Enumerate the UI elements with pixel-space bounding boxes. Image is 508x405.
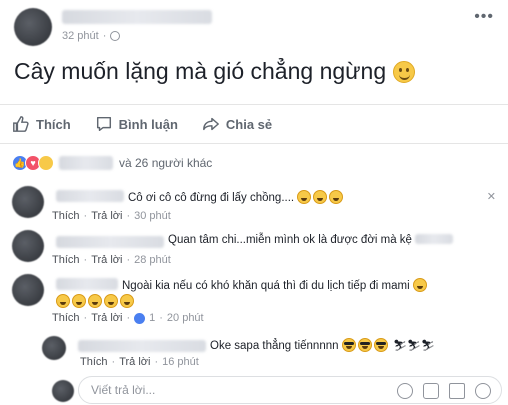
laughing-emoji-icon	[104, 294, 118, 308]
reply-text-content: Oke sapa thẳng tiếnnnnn	[210, 340, 339, 352]
like-reaction-icon	[134, 312, 146, 324]
laughing-emoji-icon	[412, 278, 427, 292]
sunglasses-emoji-icon	[357, 338, 372, 352]
comment-text-content: Quan tâm chi...miễn mình ok là được đời …	[168, 234, 412, 246]
author-name-blurred[interactable]	[62, 10, 212, 24]
comment-text: Ngoài kia nếu có khó khăn quá thì đi du …	[122, 278, 429, 292]
more-options-icon[interactable]: •••	[474, 8, 494, 26]
reply-meta: Thích · Trả lời · 16 phút	[80, 356, 199, 368]
blurred-tag	[415, 234, 454, 244]
commenter-name-blurred[interactable]	[56, 236, 164, 248]
author-avatar[interactable]	[14, 8, 52, 46]
comment-button[interactable]: Bình luận	[95, 115, 178, 133]
post-timestamp[interactable]: 32 phút ·	[62, 30, 121, 42]
sticker-icon[interactable]	[475, 383, 491, 399]
post-body: Cây muốn lặng mà gió chẳng ngừng	[14, 58, 415, 85]
sunglasses-emoji-icon	[373, 338, 388, 352]
reply-placeholder[interactable]: Viết trả lời...	[91, 383, 155, 397]
comment-time[interactable]: 30 phút	[134, 210, 171, 222]
laughing-emoji-icon	[297, 190, 312, 204]
comment-text-content: Ngoài kia nếu có khó khăn quá thì đi du …	[122, 280, 410, 292]
comment-reply-link[interactable]: Trả lời	[91, 312, 122, 324]
reply-like-link[interactable]: Thích	[80, 356, 108, 368]
comment-text-content: Cô ơi cô cô đừng đi lấy chồng....	[128, 192, 295, 204]
laughing-emoji-icon	[56, 294, 70, 308]
comment-meta: Thích · Trả lời · 1 · 20 phút	[52, 312, 204, 324]
camera-icon[interactable]	[423, 383, 439, 399]
laughing-emoji-icon	[329, 190, 344, 204]
smile-emoji-icon	[392, 61, 415, 83]
comment-emoji-line	[56, 294, 136, 308]
commenter-avatar[interactable]	[12, 186, 44, 218]
reactor-name-blurred[interactable]	[59, 156, 113, 170]
commenter-avatar[interactable]	[12, 230, 44, 262]
comment-like-link[interactable]: Thích	[52, 312, 80, 324]
reactions-summary[interactable]: 👍 ♥ và 26 người khác	[12, 152, 212, 174]
reply-text: Oke sapa thẳng tiếnnnnn ⛷⛷⛷	[210, 338, 435, 352]
commenter-name-blurred[interactable]	[56, 278, 118, 290]
post-text: Cây muốn lặng mà gió chẳng ngừng	[14, 58, 387, 84]
commenter-name-blurred[interactable]	[56, 190, 124, 202]
reply-reply-link[interactable]: Trả lời	[119, 356, 150, 368]
laughing-emoji-icon	[120, 294, 134, 308]
comment-text: Quan tâm chi...miễn mình ok là được đời …	[168, 234, 454, 246]
comment-text: Cô ơi cô cô đừng đi lấy chồng....	[128, 190, 345, 204]
comment-bubble-icon	[96, 116, 111, 132]
laughing-emoji-icon	[313, 190, 328, 204]
reply-time[interactable]: 16 phút	[162, 356, 199, 368]
nested-reply: Oke sapa thẳng tiếnnnnn ⛷⛷⛷ Thích · Trả …	[42, 334, 500, 372]
comment-time[interactable]: 28 phút	[134, 254, 171, 266]
comment-meta: Thích · Trả lời · 28 phút	[52, 254, 171, 266]
middle-dot: ·	[102, 30, 107, 42]
laughing-emoji-icon	[88, 294, 102, 308]
share-arrow-icon	[202, 117, 219, 131]
comment-label: Bình luận	[118, 116, 178, 132]
reply-tools	[397, 383, 491, 399]
comment-like-link[interactable]: Thích	[52, 254, 80, 266]
comment-meta: Thích · Trả lời · 30 phút	[52, 210, 171, 222]
emoji-icon[interactable]	[397, 383, 413, 399]
comment: Cô ơi cô cô đừng đi lấy chồng.... Thích …	[12, 184, 502, 226]
comment-like-count[interactable]: 1	[149, 312, 155, 324]
current-user-avatar	[52, 380, 74, 402]
comment: Quan tâm chi...miễn mình ok là được đời …	[12, 228, 502, 268]
replier-name-blurred[interactable]	[78, 340, 206, 352]
laughing-emoji-icon	[72, 294, 86, 308]
comment: Ngoài kia nếu có khó khăn quá thì đi du …	[12, 272, 502, 328]
post-header: 32 phút · •••	[14, 6, 494, 46]
thumbs-up-icon	[13, 116, 29, 132]
replier-avatar[interactable]	[42, 336, 66, 360]
sunglasses-emoji-icon	[341, 338, 356, 352]
comment-reply-link[interactable]: Trả lời	[91, 254, 122, 266]
reply-input[interactable]: Viết trả lời...	[78, 376, 502, 404]
skier-emoji-icon: ⛷⛷⛷	[392, 340, 435, 352]
comment-like-link[interactable]: Thích	[52, 210, 80, 222]
haha-reaction-icon	[38, 155, 54, 171]
commenter-avatar[interactable]	[12, 274, 44, 306]
globe-icon	[110, 31, 121, 41]
gif-icon[interactable]	[449, 383, 465, 399]
comment-options-icon[interactable]: ✕	[487, 190, 496, 203]
share-button[interactable]: Chia sẻ	[202, 115, 272, 133]
post-time-text[interactable]: 32 phút	[62, 30, 99, 42]
comment-time[interactable]: 20 phút	[167, 312, 204, 324]
share-label: Chia sẻ	[225, 116, 273, 132]
like-button[interactable]: Thích	[12, 115, 71, 133]
reactions-count-text[interactable]: và 26 người khác	[119, 156, 212, 170]
comment-reply-link[interactable]: Trả lời	[91, 210, 122, 222]
like-label: Thích	[36, 116, 71, 132]
post-action-bar: Thích Bình luận Chia sẻ	[0, 104, 508, 144]
